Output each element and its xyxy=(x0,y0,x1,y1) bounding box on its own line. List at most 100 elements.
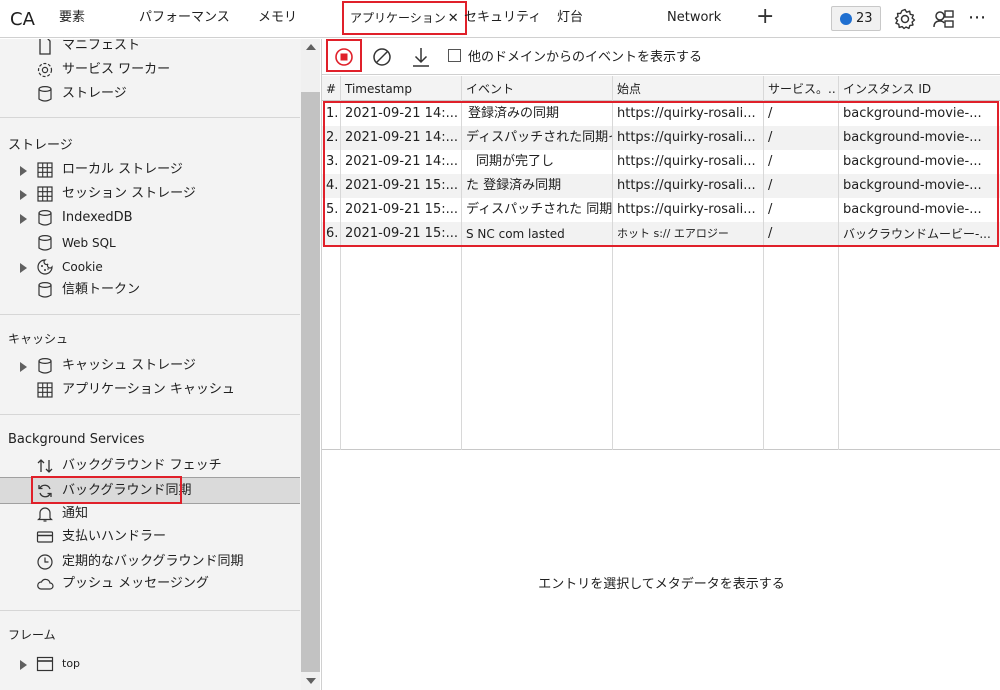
tab-performance[interactable]: パフォーマンス xyxy=(139,0,230,38)
sidebar-item-background-fetch[interactable]: バックグラウンド フェッチ xyxy=(0,455,300,477)
sidebar-item-cookie[interactable]: Cookie xyxy=(0,256,300,278)
add-tab-icon[interactable]: + xyxy=(756,4,774,30)
section-title-cache: キャッシュ xyxy=(8,332,69,346)
cloud-icon xyxy=(37,578,54,590)
cookie-icon xyxy=(37,259,53,275)
sidebar-item-manifest[interactable]: マニフェスト xyxy=(0,39,300,57)
highlight-box xyxy=(323,101,999,247)
column-header-origin[interactable]: 始点 xyxy=(613,76,763,101)
tab-lighthouse[interactable]: 灯台 xyxy=(557,0,583,38)
sidebar-item-label: IndexedDB xyxy=(62,210,133,225)
sidebar-item-storage[interactable]: ストレージ xyxy=(0,83,300,105)
sidebar-item-indexeddb[interactable]: IndexedDB xyxy=(0,207,300,229)
events-table: # Timestamp イベント 始点 サービス。.. インスタンス ID 1.… xyxy=(322,76,1000,450)
section-title-frames: フレーム xyxy=(8,628,56,642)
grid-icon xyxy=(37,162,53,178)
sidebar-item-cache-storage[interactable]: キャッシュ ストレージ xyxy=(0,355,300,377)
sidebar-item-websql[interactable]: Web SQL xyxy=(0,232,300,254)
tab-network[interactable]: Network xyxy=(667,0,721,38)
tab-application-label: アプリケーション xyxy=(350,11,446,25)
sidebar-item-label: 通知 xyxy=(62,506,89,521)
divider xyxy=(0,414,300,415)
divider xyxy=(0,117,300,118)
sidebar-item-periodic-background-sync[interactable]: 定期的なバックグラウンド同期 xyxy=(0,551,300,573)
panel-toolbar: 他のドメインからのイベントを表示する xyxy=(322,39,1000,75)
divider xyxy=(0,314,300,315)
metadata-detail-pane: エントリを選択してメタデータを表示する xyxy=(322,451,1000,690)
clear-button[interactable] xyxy=(368,43,396,71)
file-icon xyxy=(39,39,51,55)
record-button[interactable] xyxy=(330,43,358,71)
sidebar-item-label: 支払いハンドラー xyxy=(62,529,167,544)
sidebar-item-label: マニフェスト xyxy=(62,39,141,53)
bell-icon xyxy=(37,507,53,522)
sidebar-item-local-storage[interactable]: ローカル ストレージ xyxy=(0,159,300,181)
expand-triangle-icon[interactable] xyxy=(20,263,27,273)
sidebar-item-session-storage[interactable]: セッション ストレージ xyxy=(0,183,300,205)
sidebar-item-label: ストレージ xyxy=(62,86,127,101)
more-icon[interactable]: ⋯ xyxy=(968,0,987,38)
divider xyxy=(0,610,300,611)
sidebar-item-push-messaging[interactable]: プッシュ メッセージング xyxy=(0,573,300,595)
show-other-domains-label: 他のドメインからのイベントを表示する xyxy=(468,50,703,65)
expand-triangle-icon[interactable] xyxy=(20,214,27,224)
sidebar-item-application-cache[interactable]: アプリケーション キャッシュ xyxy=(0,379,300,401)
scroll-down-icon[interactable] xyxy=(306,678,316,684)
issues-icon xyxy=(840,13,852,25)
sidebar-item-label: 定期的なバックグラウンド同期 xyxy=(62,554,244,569)
scrollbar-thumb[interactable] xyxy=(301,92,320,672)
tab-elements[interactable]: 要素 xyxy=(59,0,85,38)
issues-count: 23 xyxy=(856,11,873,26)
section-title-background-services: Background Services xyxy=(8,432,145,447)
section-title-storage: ストレージ xyxy=(8,138,73,153)
tab-memory[interactable]: メモリ xyxy=(258,0,297,38)
application-sidebar: マニフェスト サービス ワーカー ストレージ ストレージ ローカル ストレージ … xyxy=(0,39,320,690)
expand-triangle-icon[interactable] xyxy=(20,660,27,670)
scroll-up-icon[interactable] xyxy=(306,44,316,50)
sidebar-scrollbar[interactable] xyxy=(301,39,320,690)
clock-icon xyxy=(37,554,53,570)
sidebar-item-label: ローカル ストレージ xyxy=(62,162,183,177)
sidebar-item-service-workers[interactable]: サービス ワーカー xyxy=(0,59,300,81)
column-header-instance-id[interactable]: インスタンス ID xyxy=(839,76,999,101)
sidebar-item-notifications[interactable]: 通知 xyxy=(0,503,300,525)
sidebar-item-label: top xyxy=(62,657,81,670)
tab-application[interactable]: アプリケーション ✕ xyxy=(342,1,467,35)
show-other-domains-checkbox[interactable] xyxy=(448,49,461,62)
devtools-tab-bar: CA 要素 パフォーマンス メモリ アプリケーション ✕ セキュリティ 灯台 Ne… xyxy=(0,0,1000,38)
up-down-arrows-icon xyxy=(37,459,53,473)
sidebar-item-frame-top[interactable]: top xyxy=(0,653,300,675)
column-header-event[interactable]: イベント xyxy=(462,76,612,101)
column-header-service-worker-scope[interactable]: サービス。.. xyxy=(764,76,838,101)
customize-icon[interactable] xyxy=(932,7,956,31)
tab-security[interactable]: セキュリティ xyxy=(464,0,541,38)
column-header-index[interactable]: # xyxy=(322,76,340,101)
database-icon xyxy=(38,85,52,102)
expand-triangle-icon[interactable] xyxy=(20,190,27,200)
database-icon xyxy=(38,234,52,251)
highlight-box xyxy=(31,476,182,504)
sidebar-item-label: Cookie xyxy=(62,260,103,274)
sidebar-item-label: サービス ワーカー xyxy=(62,62,171,77)
credit-card-icon xyxy=(36,531,54,543)
sidebar-item-payment-handler[interactable]: 支払いハンドラー xyxy=(0,526,300,548)
expand-triangle-icon[interactable] xyxy=(20,362,27,372)
sidebar-item-label: Web SQL xyxy=(62,236,116,250)
save-events-button[interactable] xyxy=(407,43,435,71)
empty-detail-message: エントリを選択してメタデータを表示する xyxy=(538,577,785,592)
issues-badge[interactable]: 23 xyxy=(831,6,881,31)
database-icon xyxy=(38,357,52,374)
sidebar-item-label: セッション ストレージ xyxy=(62,186,196,201)
sidebar-item-label: 信頼トークン xyxy=(62,282,141,297)
sidebar-item-trust-tokens[interactable]: 信頼トークン xyxy=(0,279,300,301)
close-icon[interactable]: ✕ xyxy=(448,11,459,26)
sidebar-item-label: バックグラウンド フェッチ xyxy=(62,458,222,473)
expand-triangle-icon[interactable] xyxy=(20,166,27,176)
gear-icon[interactable] xyxy=(893,7,917,31)
tab-ca[interactable]: CA xyxy=(10,0,35,38)
grid-icon xyxy=(37,382,53,398)
background-sync-panel: 他のドメインからのイベントを表示する # Timestamp イベント 始点 サ… xyxy=(321,39,1000,690)
column-header-timestamp[interactable]: Timestamp xyxy=(341,76,461,101)
table-header: # Timestamp イベント 始点 サービス。.. インスタンス ID xyxy=(322,76,1000,101)
database-icon xyxy=(38,281,52,298)
